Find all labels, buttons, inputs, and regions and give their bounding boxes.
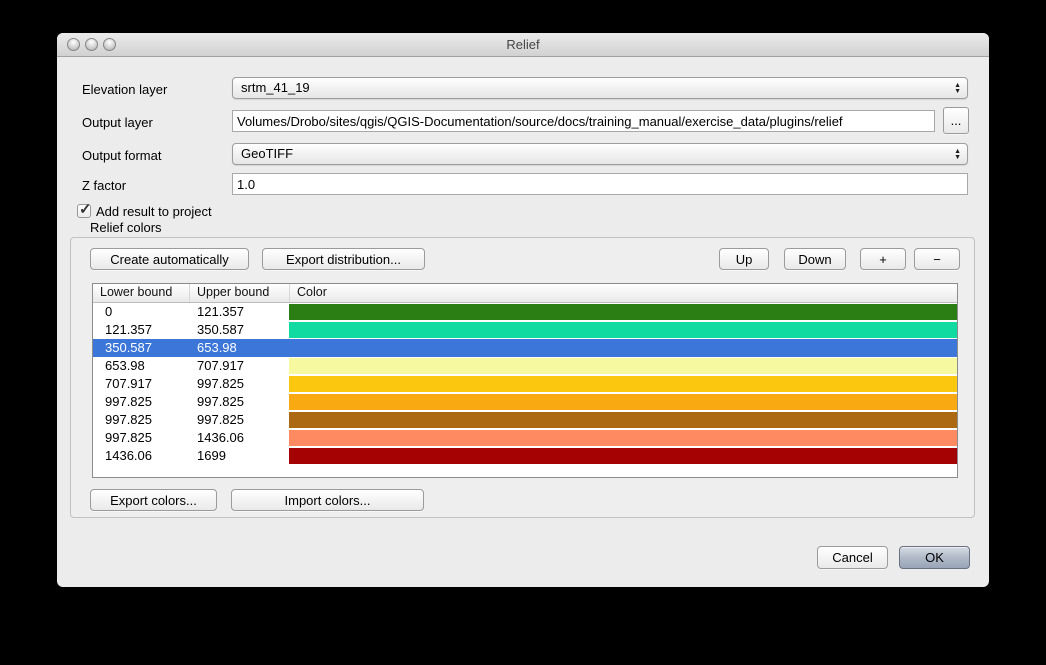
table-row[interactable]: 997.8251436.06 <box>93 429 957 447</box>
upper-bound-cell[interactable]: 997.825 <box>189 375 289 393</box>
table-row[interactable]: 653.98707.917 <box>93 357 957 375</box>
color-swatch <box>289 412 957 428</box>
color-swatch <box>289 430 957 446</box>
table-row[interactable]: 1436.061699 <box>93 447 957 465</box>
import-colors-button[interactable]: Import colors... <box>231 489 424 511</box>
color-cell[interactable] <box>289 321 957 339</box>
output-format-value: GeoTIFF <box>241 146 293 161</box>
table-row[interactable]: 350.587653.98 <box>93 339 957 357</box>
up-button[interactable]: Up <box>719 248 769 270</box>
color-cell[interactable] <box>289 303 957 321</box>
lower-bound-cell[interactable]: 707.917 <box>93 375 189 393</box>
color-swatch <box>289 322 957 338</box>
table-row[interactable]: 121.357350.587 <box>93 321 957 339</box>
add-result-label: Add result to project <box>96 204 212 219</box>
title-bar[interactable]: Relief <box>57 33 989 57</box>
elevation-layer-label: Elevation layer <box>82 82 167 97</box>
lower-bound-cell[interactable]: 997.825 <box>93 429 189 447</box>
color-swatch <box>289 394 957 410</box>
color-cell[interactable] <box>289 447 957 465</box>
color-cell[interactable] <box>289 429 957 447</box>
lower-bound-cell[interactable]: 997.825 <box>93 393 189 411</box>
color-table[interactable]: Lower bound Upper bound Color 0121.35712… <box>92 283 958 478</box>
color-swatch <box>289 376 957 392</box>
upper-bound-cell[interactable]: 1699 <box>189 447 289 465</box>
remove-row-button[interactable]: − <box>914 248 960 270</box>
cancel-button[interactable]: Cancel <box>817 546 888 569</box>
upper-bound-cell[interactable]: 653.98 <box>189 339 289 357</box>
stepper-arrows-icon: ▲▼ <box>954 145 961 164</box>
column-header-lower-bound[interactable]: Lower bound <box>93 284 189 302</box>
lower-bound-cell[interactable]: 121.357 <box>93 321 189 339</box>
add-result-checkbox[interactable] <box>77 204 91 218</box>
color-table-body: 0121.357121.357350.587350.587653.98653.9… <box>93 303 957 465</box>
zoom-button-icon[interactable] <box>103 38 116 51</box>
close-button-icon[interactable] <box>67 38 80 51</box>
color-swatch <box>289 358 957 374</box>
lower-bound-cell[interactable]: 1436.06 <box>93 447 189 465</box>
upper-bound-cell[interactable]: 350.587 <box>189 321 289 339</box>
create-automatically-button[interactable]: Create automatically <box>90 248 249 270</box>
stepper-arrows-icon: ▲▼ <box>954 79 961 98</box>
color-swatch <box>289 448 957 464</box>
z-factor-input[interactable] <box>232 173 968 195</box>
column-header-upper-bound[interactable]: Upper bound <box>189 284 289 302</box>
output-layer-label: Output layer <box>82 115 153 130</box>
elevation-layer-value: srtm_41_19 <box>241 80 310 95</box>
minimize-button-icon[interactable] <box>85 38 98 51</box>
color-cell[interactable] <box>289 375 957 393</box>
color-table-header[interactable]: Lower bound Upper bound Color <box>93 284 957 303</box>
lower-bound-cell[interactable]: 653.98 <box>93 357 189 375</box>
output-format-label: Output format <box>82 148 161 163</box>
lower-bound-cell[interactable]: 997.825 <box>93 411 189 429</box>
z-factor-label: Z factor <box>82 178 126 193</box>
upper-bound-cell[interactable]: 121.357 <box>189 303 289 321</box>
color-cell[interactable] <box>289 339 957 357</box>
export-distribution-button[interactable]: Export distribution... <box>262 248 425 270</box>
table-row[interactable]: 707.917997.825 <box>93 375 957 393</box>
output-layer-input[interactable] <box>232 110 935 132</box>
output-format-select[interactable]: GeoTIFF ▲▼ <box>232 143 968 165</box>
ok-button[interactable]: OK <box>899 546 970 569</box>
elevation-layer-select[interactable]: srtm_41_19 ▲▼ <box>232 77 968 99</box>
upper-bound-cell[interactable]: 997.825 <box>189 393 289 411</box>
relief-colors-group-label: Relief colors <box>90 220 162 235</box>
add-row-button[interactable]: + <box>860 248 906 270</box>
color-cell[interactable] <box>289 357 957 375</box>
upper-bound-cell[interactable]: 707.917 <box>189 357 289 375</box>
down-button[interactable]: Down <box>784 248 846 270</box>
table-row[interactable]: 997.825997.825 <box>93 393 957 411</box>
table-row[interactable]: 0121.357 <box>93 303 957 321</box>
upper-bound-cell[interactable]: 997.825 <box>189 411 289 429</box>
export-colors-button[interactable]: Export colors... <box>90 489 217 511</box>
column-header-color[interactable]: Color <box>289 284 957 302</box>
browse-button[interactable]: ... <box>943 107 969 134</box>
color-cell[interactable] <box>289 393 957 411</box>
window-title: Relief <box>57 33 989 56</box>
upper-bound-cell[interactable]: 1436.06 <box>189 429 289 447</box>
lower-bound-cell[interactable]: 350.587 <box>93 339 189 357</box>
relief-dialog: Relief Elevation layer srtm_41_19 ▲▼ Out… <box>57 33 989 587</box>
lower-bound-cell[interactable]: 0 <box>93 303 189 321</box>
color-cell[interactable] <box>289 411 957 429</box>
table-row[interactable]: 997.825997.825 <box>93 411 957 429</box>
color-swatch <box>289 304 957 320</box>
